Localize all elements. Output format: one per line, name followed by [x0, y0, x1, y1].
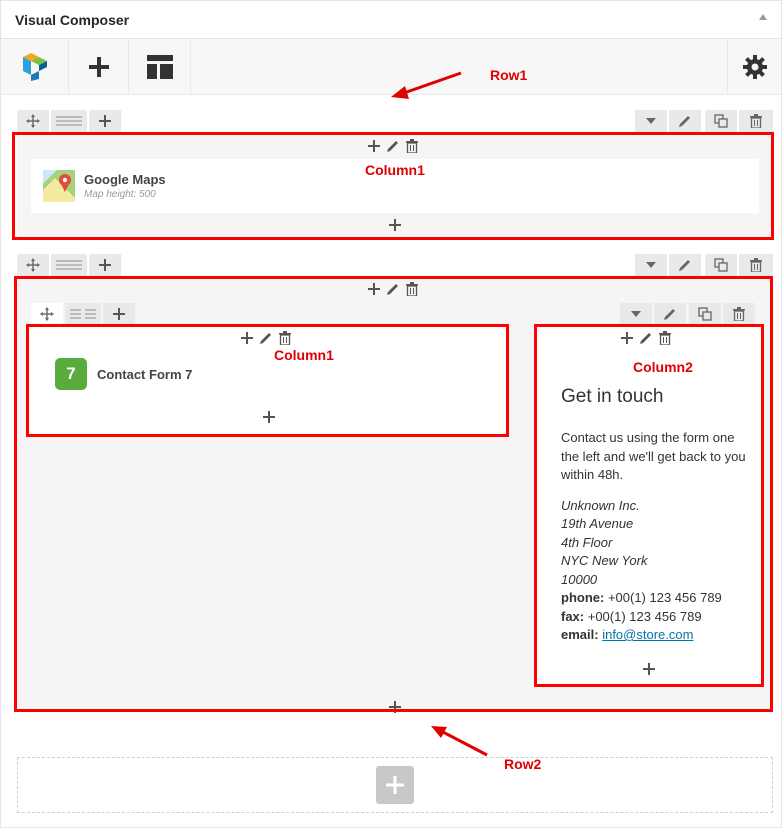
gear-icon: [742, 55, 767, 79]
pencil-icon: [679, 260, 690, 271]
plus-icon: [99, 115, 111, 127]
row1-layout-button[interactable]: [51, 110, 87, 132]
row1-toggle-button[interactable]: [635, 110, 667, 132]
visual-composer-panel: Visual Composer Row1 Google Maps Map hei…: [0, 0, 782, 828]
templates-button[interactable]: [129, 39, 191, 95]
templates-icon: [146, 55, 173, 79]
layout-icon: [56, 116, 82, 126]
row2-controls: [17, 254, 773, 276]
plus-icon: [386, 776, 404, 794]
clone-icon: [714, 114, 728, 128]
plus-icon: [88, 57, 109, 77]
vc-logo-icon: [22, 53, 47, 81]
row2-move-handle[interactable]: [17, 254, 49, 276]
row2-toggle-button[interactable]: [635, 254, 667, 276]
row2-delete-button[interactable]: [739, 254, 773, 276]
row1-move-handle[interactable]: [17, 110, 49, 132]
pencil-icon: [679, 116, 690, 127]
vc-logo-button[interactable]: [1, 39, 69, 95]
layout-icon: [56, 260, 82, 270]
settings-button[interactable]: [727, 39, 781, 95]
move-icon: [26, 258, 40, 272]
row1-edit-button[interactable]: [669, 110, 701, 132]
collapse-arrow-icon[interactable]: [759, 14, 767, 20]
row2-column1-label: Column1: [274, 347, 334, 363]
add-row-area: [17, 757, 773, 813]
row1-column1-label: Column1: [365, 162, 425, 178]
row2-column2-label: Column2: [633, 359, 693, 375]
row2-clone-button[interactable]: [705, 254, 737, 276]
row1-label: Row1: [490, 67, 528, 83]
add-element-button[interactable]: [69, 39, 129, 95]
row2-column1-highlight: [26, 324, 509, 437]
row1-delete-button[interactable]: [739, 110, 773, 132]
chevron-down-icon: [646, 262, 656, 268]
row1-highlight: [12, 132, 774, 240]
trash-icon: [750, 114, 762, 128]
chevron-down-icon: [646, 118, 656, 124]
move-icon: [26, 114, 40, 128]
row1-arrow: [391, 71, 462, 99]
row2-arrow: [431, 726, 488, 757]
row1-controls: [17, 110, 773, 132]
row2-column2-highlight: [534, 324, 764, 687]
row2-add-column-button[interactable]: [89, 254, 121, 276]
row1-clone-button[interactable]: [705, 110, 737, 132]
clone-icon: [714, 258, 728, 272]
plus-icon: [99, 259, 111, 271]
row2-layout-button[interactable]: [51, 254, 87, 276]
panel-header: Visual Composer: [1, 1, 781, 39]
add-row-button[interactable]: [376, 766, 414, 804]
panel-title: Visual Composer: [15, 12, 130, 28]
row1-add-column-button[interactable]: [89, 110, 121, 132]
row2-edit-button[interactable]: [669, 254, 701, 276]
trash-icon: [750, 258, 762, 272]
